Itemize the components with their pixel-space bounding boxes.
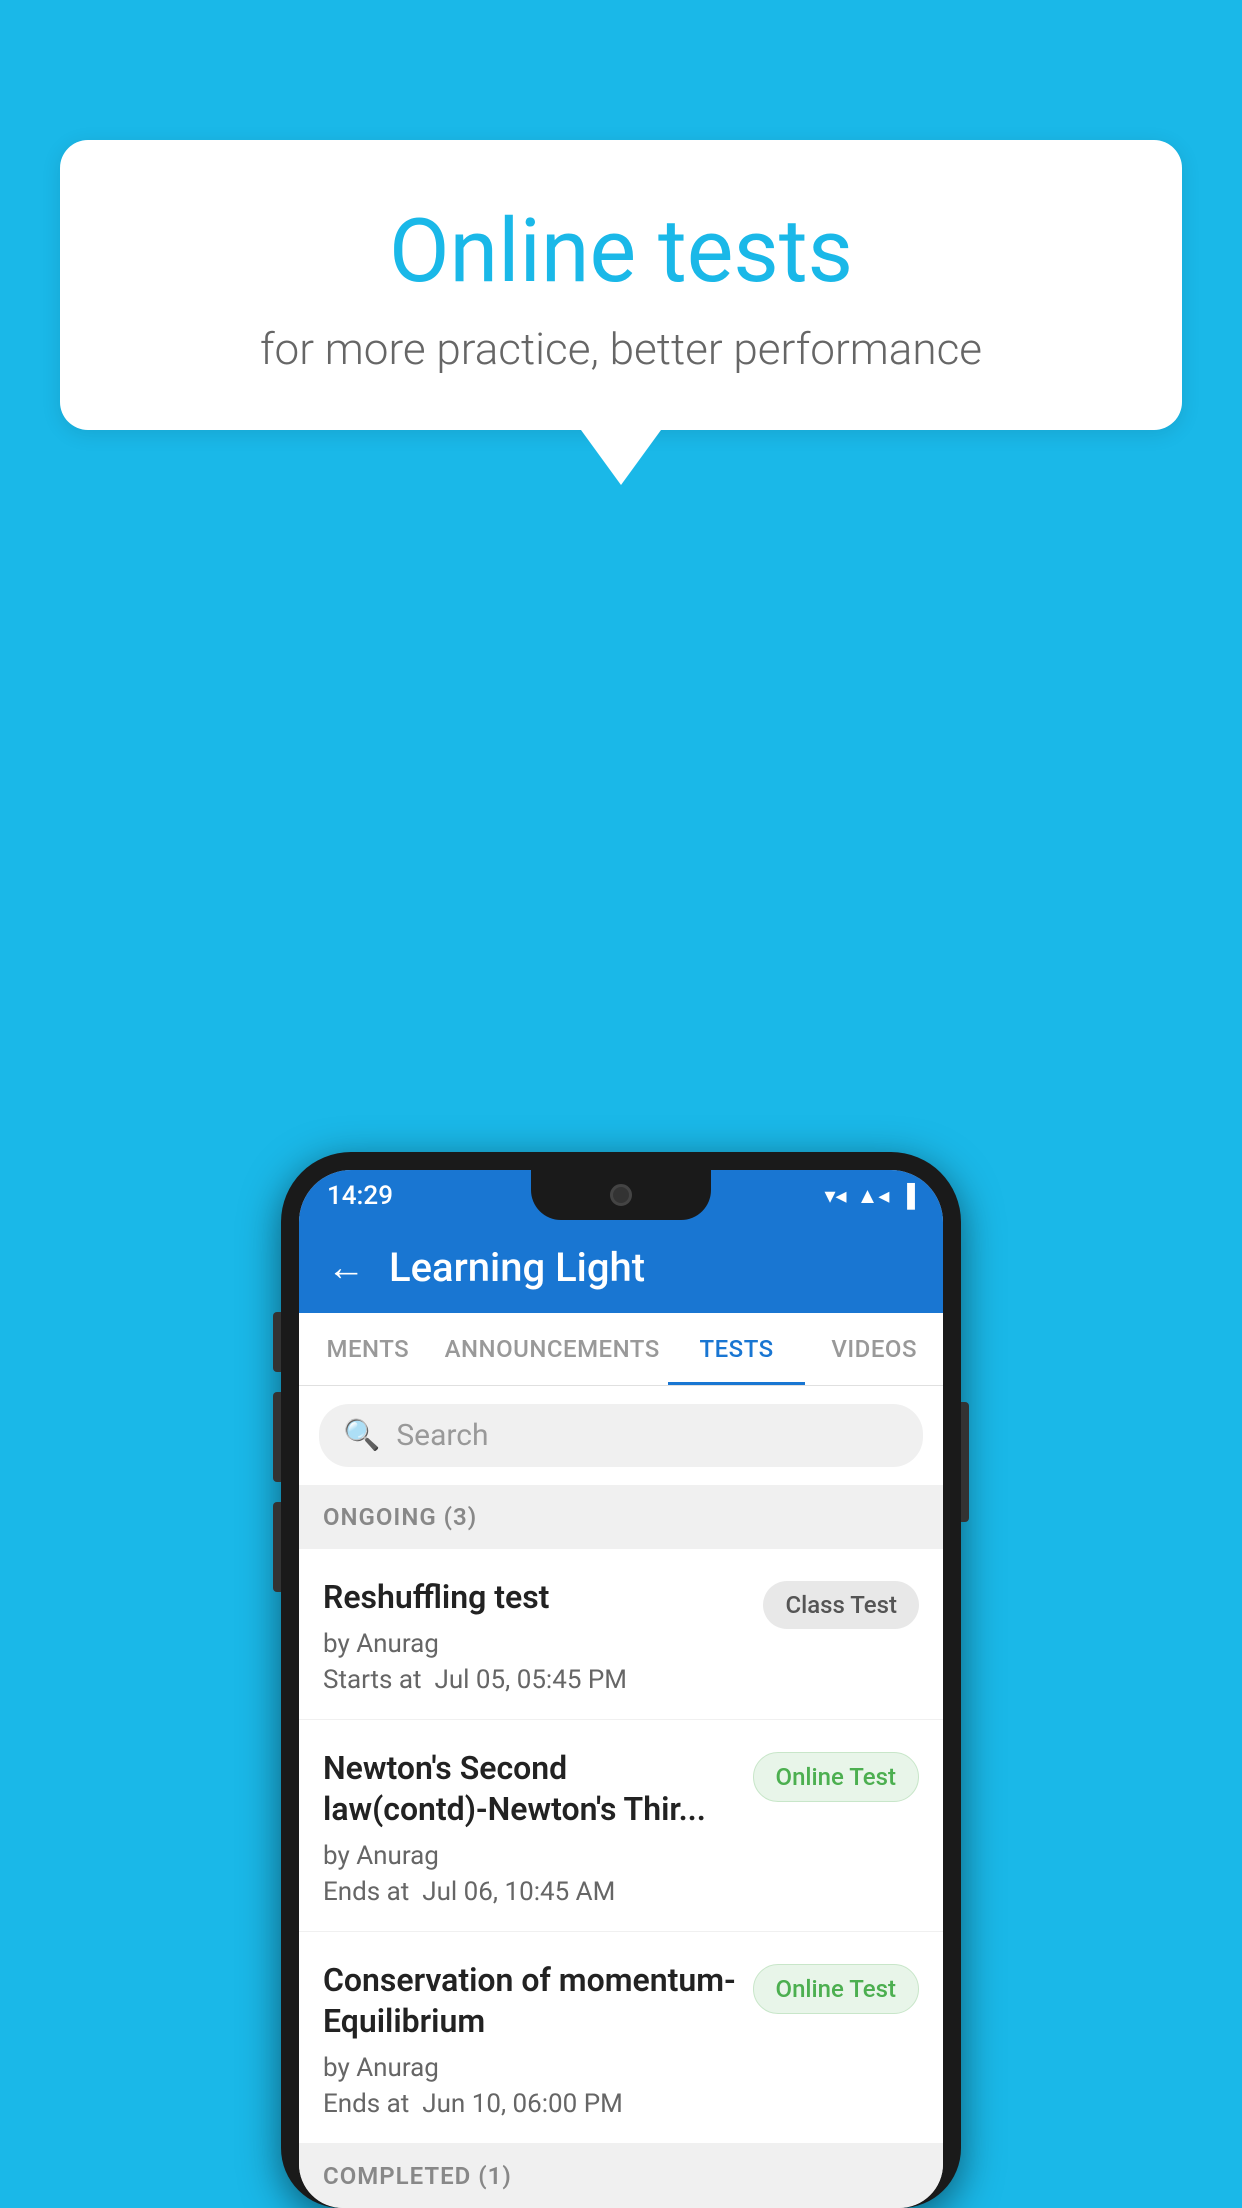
test-info-2: Newton's Second law(contd)-Newton's Thir… [323, 1748, 737, 1907]
search-icon: 🔍 [343, 1418, 380, 1453]
test-name-1: Reshuffling test [323, 1577, 747, 1619]
test-time-1: Starts at Jul 05, 05:45 PM [323, 1665, 747, 1695]
phone-wrapper: 14:29 ▾◂ ▲◂ ▐ ← Learning Light MENTS ANN… [281, 1152, 961, 2208]
test-name-2: Newton's Second law(contd)-Newton's Thir… [323, 1748, 737, 1831]
phone-button-left2 [273, 1392, 281, 1482]
phone-camera [610, 1184, 632, 1206]
phone-screen: 14:29 ▾◂ ▲◂ ▐ ← Learning Light MENTS ANN… [299, 1170, 943, 2208]
search-container: 🔍 Search [299, 1386, 943, 1485]
test-item-2[interactable]: Newton's Second law(contd)-Newton's Thir… [299, 1720, 943, 1932]
phone-button-left3 [273, 1502, 281, 1592]
test-time-2: Ends at Jul 06, 10:45 AM [323, 1877, 737, 1907]
test-item-3[interactable]: Conservation of momentum-Equilibrium by … [299, 1932, 943, 2144]
test-info-3: Conservation of momentum-Equilibrium by … [323, 1960, 737, 2119]
search-bar[interactable]: 🔍 Search [319, 1404, 923, 1467]
test-time-3: Ends at Jun 10, 06:00 PM [323, 2089, 737, 2119]
app-title: Learning Light [389, 1244, 645, 1291]
tab-announcements[interactable]: ANNOUNCEMENTS [437, 1313, 668, 1385]
speech-bubble-subtitle: for more practice, better performance [120, 323, 1122, 375]
search-placeholder: Search [396, 1418, 488, 1453]
test-info-1: Reshuffling test by Anurag Starts at Jul… [323, 1577, 747, 1695]
speech-bubble-tail [581, 430, 661, 485]
speech-bubble-container: Online tests for more practice, better p… [60, 140, 1182, 485]
test-author-2: by Anurag [323, 1841, 737, 1871]
phone-button-left1 [273, 1312, 281, 1372]
wifi-icon: ▾◂ [824, 1184, 846, 1209]
speech-bubble: Online tests for more practice, better p… [60, 140, 1182, 430]
test-badge-3: Online Test [753, 1964, 919, 2014]
test-item-1[interactable]: Reshuffling test by Anurag Starts at Jul… [299, 1549, 943, 1720]
speech-bubble-title: Online tests [120, 200, 1122, 303]
signal-icon: ▲◂ [857, 1183, 890, 1209]
status-time: 14:29 [327, 1181, 393, 1211]
test-badge-2: Online Test [753, 1752, 919, 1802]
battery-icon: ▐ [899, 1183, 915, 1209]
test-name-3: Conservation of momentum-Equilibrium [323, 1960, 737, 2043]
app-header: ← Learning Light [299, 1222, 943, 1313]
test-author-3: by Anurag [323, 2053, 737, 2083]
tab-videos[interactable]: VIDEOS [805, 1313, 943, 1385]
test-author-1: by Anurag [323, 1629, 747, 1659]
status-icons: ▾◂ ▲◂ ▐ [824, 1183, 915, 1209]
tab-ments[interactable]: MENTS [299, 1313, 437, 1385]
phone-button-right [961, 1402, 969, 1522]
phone-outer: 14:29 ▾◂ ▲◂ ▐ ← Learning Light MENTS ANN… [281, 1152, 961, 2208]
back-arrow-icon[interactable]: ← [327, 1246, 365, 1290]
tabs-container: MENTS ANNOUNCEMENTS TESTS VIDEOS [299, 1313, 943, 1386]
phone-notch [531, 1170, 711, 1220]
test-badge-1: Class Test [763, 1581, 919, 1629]
completed-section-header: COMPLETED (1) [299, 2144, 943, 2208]
ongoing-section-header: ONGOING (3) [299, 1485, 943, 1549]
tab-tests[interactable]: TESTS [668, 1313, 806, 1385]
